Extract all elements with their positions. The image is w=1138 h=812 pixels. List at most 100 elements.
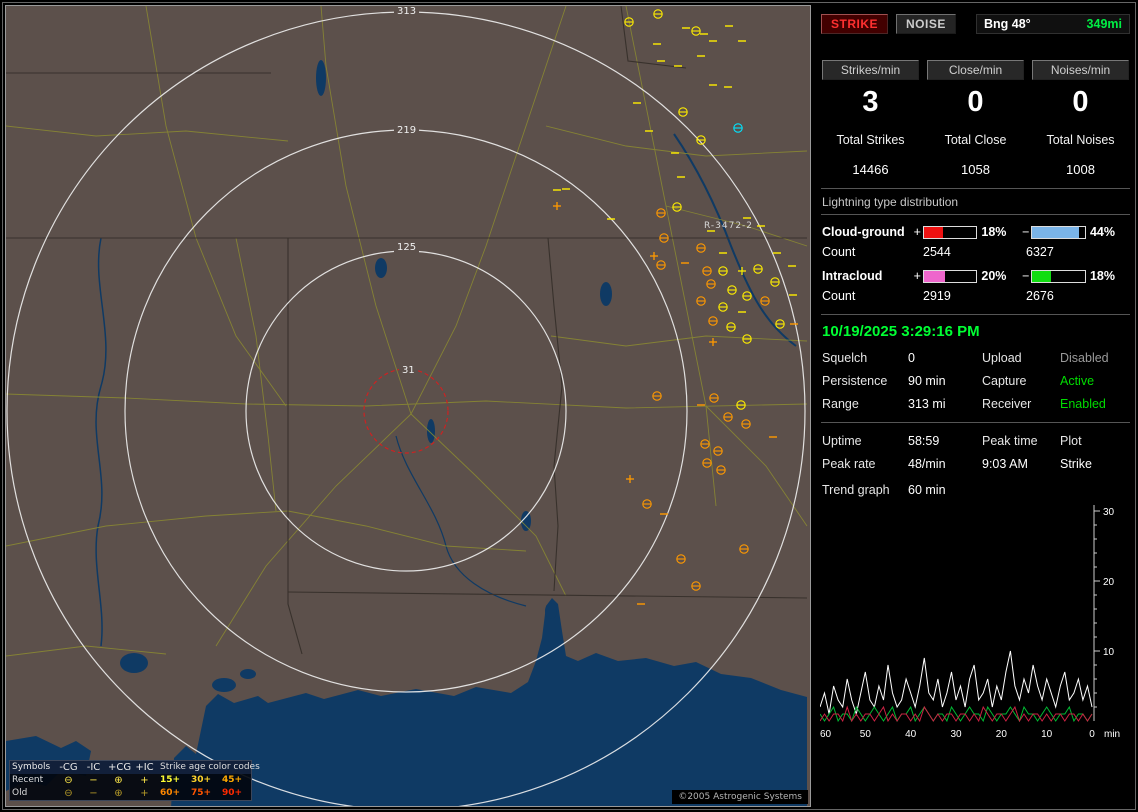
legend-col-header: +CG <box>106 761 132 774</box>
close-per-min-button[interactable]: Close/min <box>927 60 1024 80</box>
cloud-ground-label: Cloud-ground <box>822 225 905 239</box>
cg-minus-count: 6327 <box>1026 245 1054 259</box>
trend-series-strikes <box>819 650 1093 716</box>
noises-per-min-value: 0 <box>1072 86 1089 118</box>
noises-per-min-button[interactable]: Noises/min <box>1032 60 1129 80</box>
datetime-display: 10/19/2025 3:29:16 PM <box>822 323 980 340</box>
cg-plus-count: 2544 <box>923 245 951 259</box>
plus-sign: + <box>913 225 921 239</box>
receiver-label: Receiver <box>982 397 1032 411</box>
trend-x-tick-label: 50 <box>860 729 872 740</box>
minus-sign: − <box>1022 225 1030 239</box>
trend-x-tick-label: 20 <box>996 729 1008 740</box>
count-label: Count <box>822 245 856 259</box>
plus-sign: + <box>913 269 921 283</box>
trend-x-tick-label: 60 <box>820 729 832 740</box>
ic-minus-pct: 18% <box>1089 269 1115 283</box>
ic-plus-bar <box>922 269 978 283</box>
age-code: 30+ <box>191 775 212 785</box>
trend-graph-label: Trend graph <box>822 483 890 497</box>
intracloud-row: Intracloud + 20% − 18% <box>822 269 1129 283</box>
capture-label: Capture <box>982 374 1027 388</box>
age-code: 15+ <box>160 775 181 785</box>
cloud-ground-row: Cloud-ground + 18% − 44% <box>822 225 1129 239</box>
cg-minus-bar <box>1031 225 1086 239</box>
trend-x-tick-label: 0 <box>1089 729 1095 740</box>
plot-label: Plot <box>1060 434 1082 448</box>
bearing-value: Bng 48° <box>984 17 1031 31</box>
total-strikes-value: 14466 <box>852 162 889 177</box>
range-label: Range <box>822 397 859 411</box>
lightning-map[interactable]: 313 219 125 31 R-3472-2 Symbols -CG -IC … <box>5 5 811 807</box>
restricted-area-label: R-3472-2 <box>704 221 754 231</box>
settings-grid: Squelch 0 Upload Disabled Persistence 90… <box>822 351 1129 411</box>
age-code: 60+ <box>160 788 181 798</box>
neg-cg-icon: ⊖ <box>64 788 73 799</box>
divider <box>821 422 1130 423</box>
minus-sign: − <box>1022 269 1030 283</box>
upload-status: Disabled <box>1060 351 1109 365</box>
neg-cg-icon: ⊖ <box>64 775 73 786</box>
lightning-detector-app: 313 219 125 31 R-3472-2 Symbols -CG -IC … <box>0 0 1138 812</box>
range-value: 313 mi <box>908 397 946 411</box>
persistence-label: Persistence <box>822 374 888 388</box>
pos-cg-icon: ⊕ <box>114 788 123 799</box>
total-close-label: Total Close <box>944 133 1007 147</box>
peak-rate-value: 48/min <box>908 457 946 471</box>
strikes-per-min-button[interactable]: Strikes/min <box>822 60 919 80</box>
total-noises-label: Total Noises <box>1046 133 1115 147</box>
uptime-label: Uptime <box>822 434 862 448</box>
receiver-status: Enabled <box>1060 397 1106 411</box>
pos-cg-icon: ⊕ <box>114 775 123 786</box>
range-ring-label: 31 <box>399 365 418 376</box>
legend-col-header: -CG <box>56 761 81 774</box>
divider <box>821 314 1130 315</box>
total-noises-value: 1008 <box>1066 162 1095 177</box>
capture-status: Active <box>1060 374 1095 388</box>
total-strikes-label: Total Strikes <box>836 133 905 147</box>
divider <box>821 188 1130 189</box>
age-code: 45+ <box>222 775 243 785</box>
distribution-title: Lightning type distribution <box>822 195 959 209</box>
status-panel: STRIKE NOISE Bng 48° 349mi Strikes/min C… <box>818 5 1133 807</box>
strikes-per-min-value: 3 <box>862 86 879 118</box>
trend-y-tick-label: 10 <box>1103 647 1115 658</box>
trend-x-tick-label: 10 <box>1041 729 1053 740</box>
range-ring-label: 219 <box>394 125 420 136</box>
range-ring-label: 313 <box>394 6 420 17</box>
squelch-label: Squelch <box>822 351 868 365</box>
peak-time-value: 9:03 AM <box>982 457 1028 471</box>
uptime-value: 58:59 <box>908 434 940 448</box>
total-close-value: 1058 <box>961 162 990 177</box>
stats-grid: Uptime 58:59 Peak time Plot Peak rate 48… <box>822 434 1129 471</box>
pos-ic-icon: + <box>140 788 149 799</box>
cg-minus-pct: 44% <box>1089 225 1115 239</box>
plot-value: Strike <box>1060 457 1092 471</box>
trend-y-tick-label: 20 <box>1103 577 1115 588</box>
age-code: 90+ <box>222 788 243 798</box>
count-label: Count <box>822 289 856 303</box>
divider <box>821 214 1130 215</box>
noise-mode-button[interactable]: NOISE <box>896 14 956 34</box>
bearing-readout: Bng 48° 349mi <box>976 14 1130 34</box>
ic-minus-count: 2676 <box>1026 289 1054 303</box>
trend-graph: 10 20 30 60 50 40 30 20 10 0 min <box>819 503 1133 748</box>
legend-col-header: -IC <box>81 761 106 774</box>
trend-series-close <box>819 705 1093 723</box>
legend-row-label: Recent <box>12 775 44 785</box>
peak-time-label: Peak time <box>982 434 1038 448</box>
peak-rate-label: Peak rate <box>822 457 876 471</box>
legend-col-header: +IC <box>131 761 158 774</box>
trend-window-value: 60 min <box>908 483 946 497</box>
legend-symbols-title: Symbols <box>10 761 56 774</box>
symbol-legend: Symbols -CG -IC +CG +IC Strike age color… <box>9 760 260 801</box>
strike-mode-button[interactable]: STRIKE <box>821 14 889 34</box>
neg-ic-icon: − <box>89 775 98 786</box>
cg-plus-pct: 18% <box>981 225 1007 239</box>
ic-plus-pct: 20% <box>981 269 1007 283</box>
close-per-min-value: 0 <box>967 86 984 118</box>
trend-x-tick-label: 40 <box>905 729 917 740</box>
rate-buttons: Strikes/min Close/min Noises/min <box>822 60 1129 80</box>
rate-values: 3 0 0 <box>818 86 1133 119</box>
intracloud-label: Intracloud <box>822 269 883 283</box>
